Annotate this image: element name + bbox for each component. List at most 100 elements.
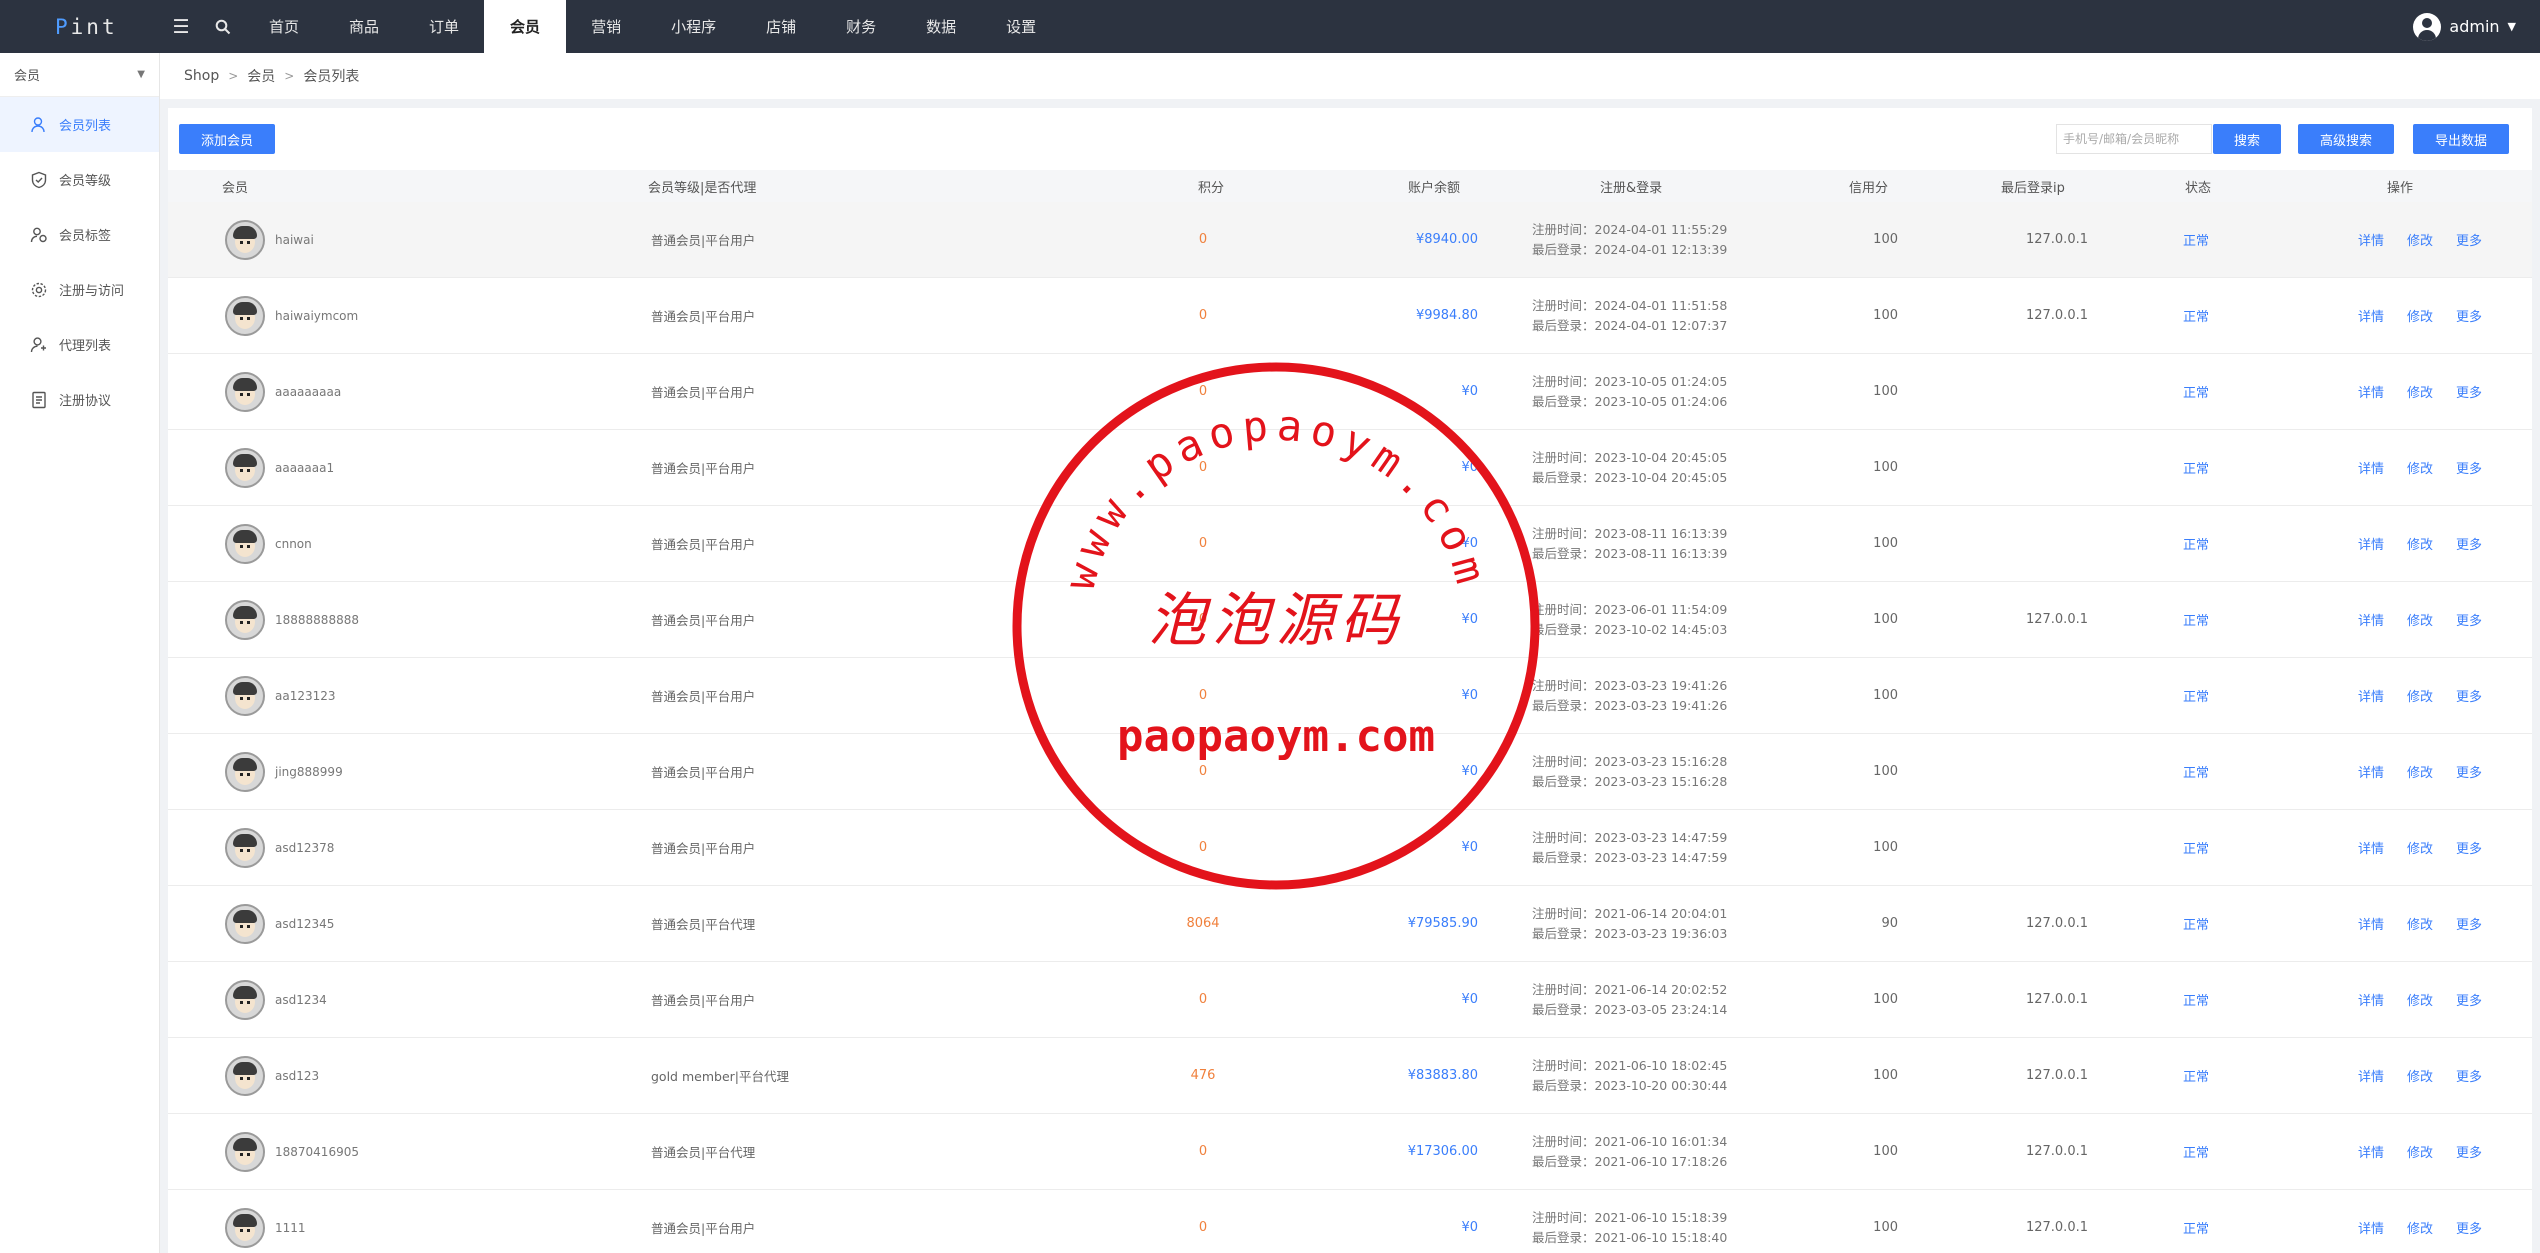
more-link[interactable]: 更多 <box>2456 1190 2482 1253</box>
table-row[interactable]: 18888888888 普通会员|平台用户 0 ¥0 注册时间：2023-06-01 1… <box>168 582 2532 658</box>
detail-link[interactable]: 详情 <box>2358 582 2384 657</box>
table-row[interactable]: aaaaaaa1 普通会员|平台用户 0 ¥0 注册时间：2023-10-04 20:4… <box>168 430 2532 506</box>
nav-item-6[interactable]: 店铺 <box>741 0 821 53</box>
table-row[interactable]: asd12345 普通会员|平台代理 8064 ¥79585.90 注册时间：2021-… <box>168 886 2532 962</box>
table-row[interactable]: haiwai 普通会员|平台用户 0 ¥8940.00 注册时间：2024-04-01 … <box>168 202 2532 278</box>
more-link[interactable]: 更多 <box>2456 430 2482 505</box>
edit-link[interactable]: 修改 <box>2407 278 2433 353</box>
edit-link[interactable]: 修改 <box>2407 1038 2433 1113</box>
detail-link[interactable]: 详情 <box>2358 1114 2384 1189</box>
detail-link[interactable]: 详情 <box>2358 1038 2384 1113</box>
breadcrumb-shop[interactable]: Shop <box>184 68 219 84</box>
status-badge[interactable]: 正常 <box>2183 1114 2209 1189</box>
member-avatar[interactable] <box>225 1055 265 1096</box>
table-row[interactable]: asd1234 普通会员|平台用户 0 ¥0 注册时间：2021-06-14 20:02… <box>168 962 2532 1038</box>
sidebar-item-5[interactable]: 注册协议 <box>0 372 159 427</box>
sidebar-item-0[interactable]: 会员列表 <box>0 97 159 152</box>
edit-link[interactable]: 修改 <box>2407 1114 2433 1189</box>
edit-link[interactable]: 修改 <box>2407 582 2433 657</box>
edit-link[interactable]: 修改 <box>2407 734 2433 809</box>
table-row[interactable]: 1111 普通会员|平台用户 0 ¥0 注册时间：2021-06-10 15:18:39… <box>168 1190 2532 1253</box>
more-link[interactable]: 更多 <box>2456 278 2482 353</box>
member-avatar[interactable] <box>225 523 265 564</box>
member-avatar[interactable] <box>225 827 265 868</box>
table-row[interactable]: aa123123 普通会员|平台用户 0 ¥0 注册时间：2023-03-23 19:4… <box>168 658 2532 734</box>
detail-link[interactable]: 详情 <box>2358 1190 2384 1253</box>
edit-link[interactable]: 修改 <box>2407 962 2433 1037</box>
search-input[interactable] <box>2056 124 2212 154</box>
status-badge[interactable]: 正常 <box>2183 354 2209 429</box>
advanced-search-button[interactable]: 高级搜索 <box>2298 124 2394 154</box>
status-badge[interactable]: 正常 <box>2183 962 2209 1037</box>
member-avatar[interactable] <box>225 675 265 716</box>
status-badge[interactable]: 正常 <box>2183 734 2209 809</box>
table-row[interactable]: jing888999 普通会员|平台用户 0 ¥0 注册时间：2023-03-23 15… <box>168 734 2532 810</box>
status-badge[interactable]: 正常 <box>2183 506 2209 581</box>
nav-item-0[interactable]: 首页 <box>244 0 324 53</box>
edit-link[interactable]: 修改 <box>2407 658 2433 733</box>
member-avatar[interactable] <box>225 979 265 1020</box>
status-badge[interactable]: 正常 <box>2183 886 2209 961</box>
status-badge[interactable]: 正常 <box>2183 658 2209 733</box>
detail-link[interactable]: 详情 <box>2358 658 2384 733</box>
more-link[interactable]: 更多 <box>2456 582 2482 657</box>
nav-item-2[interactable]: 订单 <box>404 0 484 53</box>
detail-link[interactable]: 详情 <box>2358 734 2384 809</box>
table-row[interactable]: haiwaiymcom 普通会员|平台用户 0 ¥9984.80 注册时间：2024-0… <box>168 278 2532 354</box>
table-row[interactable]: cnnon 普通会员|平台用户 0 ¥0 注册时间：2023-08-11 16:13:3… <box>168 506 2532 582</box>
more-link[interactable]: 更多 <box>2456 886 2482 961</box>
detail-link[interactable]: 详情 <box>2358 278 2384 353</box>
status-badge[interactable]: 正常 <box>2183 202 2209 277</box>
nav-item-3[interactable]: 会员 <box>484 0 567 53</box>
status-badge[interactable]: 正常 <box>2183 810 2209 885</box>
member-avatar[interactable] <box>225 295 265 336</box>
member-avatar[interactable] <box>225 599 265 640</box>
member-avatar[interactable] <box>225 219 265 260</box>
app-logo[interactable]: Pint <box>0 0 160 53</box>
edit-link[interactable]: 修改 <box>2407 886 2433 961</box>
sidebar-section-select[interactable]: 会员 ▼ <box>0 53 159 97</box>
member-avatar[interactable] <box>225 371 265 412</box>
search-icon[interactable] <box>202 0 244 53</box>
detail-link[interactable]: 详情 <box>2358 810 2384 885</box>
member-avatar[interactable] <box>225 903 265 944</box>
member-avatar[interactable] <box>225 1207 265 1248</box>
detail-link[interactable]: 详情 <box>2358 506 2384 581</box>
member-avatar[interactable] <box>225 751 265 792</box>
detail-link[interactable]: 详情 <box>2358 354 2384 429</box>
more-link[interactable]: 更多 <box>2456 658 2482 733</box>
more-link[interactable]: 更多 <box>2456 962 2482 1037</box>
member-avatar[interactable] <box>225 447 265 488</box>
more-link[interactable]: 更多 <box>2456 734 2482 809</box>
sidebar-item-4[interactable]: 代理列表 <box>0 317 159 372</box>
nav-item-9[interactable]: 设置 <box>981 0 1061 53</box>
detail-link[interactable]: 详情 <box>2358 886 2384 961</box>
breadcrumb-member[interactable]: 会员 <box>247 66 275 86</box>
table-row[interactable]: aaaaaaaaa 普通会员|平台用户 0 ¥0 注册时间：2023-10-05 01:… <box>168 354 2532 430</box>
sidebar-item-1[interactable]: 会员等级 <box>0 152 159 207</box>
edit-link[interactable]: 修改 <box>2407 430 2433 505</box>
edit-link[interactable]: 修改 <box>2407 1190 2433 1253</box>
detail-link[interactable]: 详情 <box>2358 962 2384 1037</box>
more-link[interactable]: 更多 <box>2456 354 2482 429</box>
status-badge[interactable]: 正常 <box>2183 278 2209 353</box>
status-badge[interactable]: 正常 <box>2183 430 2209 505</box>
detail-link[interactable]: 详情 <box>2358 430 2384 505</box>
nav-item-4[interactable]: 营销 <box>566 0 646 53</box>
nav-item-7[interactable]: 财务 <box>821 0 901 53</box>
more-link[interactable]: 更多 <box>2456 506 2482 581</box>
edit-link[interactable]: 修改 <box>2407 506 2433 581</box>
status-badge[interactable]: 正常 <box>2183 1038 2209 1113</box>
nav-item-8[interactable]: 数据 <box>901 0 981 53</box>
nav-item-1[interactable]: 商品 <box>324 0 404 53</box>
edit-link[interactable]: 修改 <box>2407 202 2433 277</box>
status-badge[interactable]: 正常 <box>2183 1190 2209 1253</box>
more-link[interactable]: 更多 <box>2456 1038 2482 1113</box>
table-row[interactable]: 18870416905 普通会员|平台代理 0 ¥17306.00 注册时间：2021-… <box>168 1114 2532 1190</box>
nav-item-5[interactable]: 小程序 <box>646 0 741 53</box>
table-row[interactable]: asd123 gold member|平台代理 476 ¥83883.80 注册时间：2… <box>168 1038 2532 1114</box>
more-link[interactable]: 更多 <box>2456 202 2482 277</box>
menu-toggle-icon[interactable]: ☰ <box>160 0 202 53</box>
edit-link[interactable]: 修改 <box>2407 354 2433 429</box>
add-member-button[interactable]: 添加会员 <box>179 124 275 154</box>
